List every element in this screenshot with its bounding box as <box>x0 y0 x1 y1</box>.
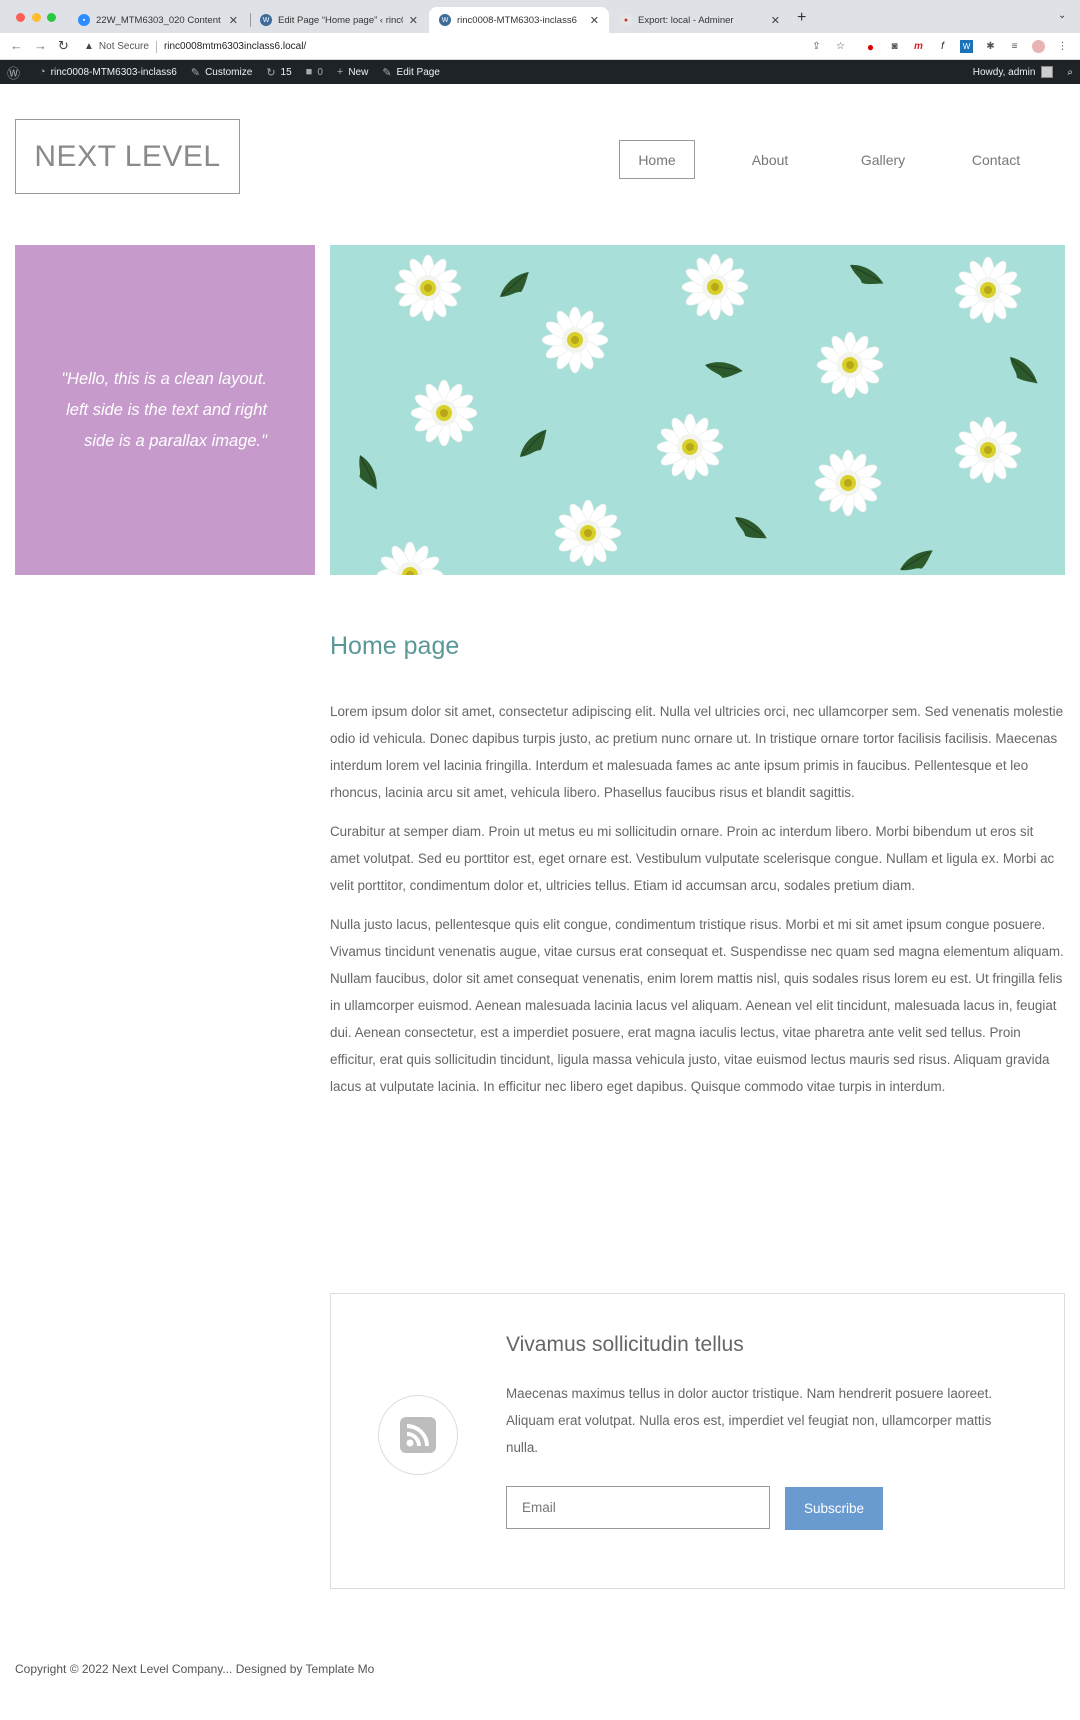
rss-icon-circle <box>378 1395 458 1475</box>
browser-tab-bar: ▪ 22W_MTM6303_020 Content ✕ W Edit Page … <box>0 0 1080 33</box>
wp-admin-bar: Ⓦ ◔ rinc0008-MTM6303-inclass6 ✎ Customiz… <box>0 60 1080 84</box>
subscribe-text: Maecenas maximus tellus in dolor auctor … <box>506 1386 993 1455</box>
subscribe-button[interactable]: Subscribe <box>785 1487 883 1530</box>
reading-list-icon[interactable]: ≡ <box>1008 40 1021 53</box>
brush-icon: ✎ <box>190 66 201 79</box>
wordpress-favicon-icon: W <box>439 14 451 26</box>
close-tab-icon[interactable]: ✕ <box>590 14 599 27</box>
warning-triangle-icon[interactable]: ▲ <box>84 41 94 52</box>
admin-bar-updates[interactable]: ↻ 15 <box>259 60 298 84</box>
page-title: Home page <box>330 632 460 660</box>
mstudio-extension-icon[interactable]: m <box>912 40 925 53</box>
puzzle-extensions-icon[interactable]: ✱ <box>984 40 997 53</box>
hero-quote-panel: "Hello, this is a clean layout. left sid… <box>15 245 315 575</box>
content-paragraph-2: Curabitur at semper diam. Proin ut metus… <box>330 824 1055 893</box>
close-tab-icon[interactable]: ✕ <box>771 14 780 27</box>
forward-arrow-icon[interactable]: → <box>34 38 47 53</box>
subscribe-box: Vivamus sollicitudin tellus Maecenas max… <box>330 1293 1065 1589</box>
admin-bar-new[interactable]: + New <box>330 60 375 84</box>
daisy-flowers-image <box>351 253 1041 575</box>
bookmark-star-icon[interactable]: ☆ <box>834 40 847 53</box>
browser-tab-2[interactable]: W Edit Page “Home page” ‹ rinc0 ✕ <box>250 7 428 33</box>
nav-gallery[interactable]: Gallery <box>843 140 923 179</box>
email-input[interactable] <box>506 1486 770 1529</box>
back-arrow-icon[interactable]: ← <box>10 38 23 53</box>
content-paragraph-3: Nulla justo lacus, pellentesque quis eli… <box>330 917 1064 1094</box>
share-icon[interactable]: ⇪ <box>810 40 823 53</box>
plus-icon: + <box>336 66 344 78</box>
browser-tab-1[interactable]: ▪ 22W_MTM6303_020 Content ✕ <box>68 7 248 33</box>
reload-icon[interactable]: ↻ <box>58 38 69 54</box>
footer-copyright: Copyright © 2022 Next Level Company... D… <box>15 1662 375 1676</box>
browser-address-bar: ← → ↻ ▲ Not Secure rinc0008mtm6303inclas… <box>0 33 1080 60</box>
maximize-window-button[interactable] <box>47 13 56 22</box>
tab-search-chevron-icon[interactable]: ⌄ <box>1058 10 1066 21</box>
updates-icon: ↻ <box>266 66 276 79</box>
close-window-button[interactable] <box>16 13 25 22</box>
kebab-menu-icon[interactable]: ⋮ <box>1056 40 1069 53</box>
wappalyzer-extension-icon[interactable]: W <box>960 40 973 53</box>
dashboard-icon: ◔ <box>39 66 46 78</box>
nav-home[interactable]: Home <box>619 140 695 179</box>
admin-bar-customize[interactable]: ✎ Customize <box>184 60 259 84</box>
camera-extension-icon[interactable]: ◙ <box>888 40 901 53</box>
hero-quote-text: "Hello, this is a clean layout. left sid… <box>61 369 267 450</box>
admin-bar-account[interactable]: Howdy, admin <box>966 60 1061 84</box>
nav-about[interactable]: About <box>730 140 810 179</box>
page-content: Lorem ipsum dolor sit amet, consectetur … <box>330 698 1065 1112</box>
content-paragraph-1: Lorem ipsum dolor sit amet, consectetur … <box>330 704 1064 800</box>
profile-avatar-icon[interactable] <box>1032 40 1045 53</box>
adminer-favicon-icon: ● <box>620 14 632 26</box>
browser-tab-4[interactable]: ● Export: local - Adminer ✕ <box>610 7 790 33</box>
avatar <box>1041 66 1054 78</box>
admin-bar-comments[interactable]: ■ 0 <box>299 60 330 84</box>
admin-bar-search-icon[interactable]: ⌕ <box>1060 60 1080 84</box>
nav-contact[interactable]: Contact <box>956 140 1036 179</box>
url-text[interactable]: rinc0008mtm6303inclass6.local/ <box>164 41 306 52</box>
zoom-favicon-icon: ▪ <box>78 14 90 26</box>
subscribe-title: Vivamus sollicitudin tellus <box>506 1333 744 1356</box>
pencil-icon: ✎ <box>382 66 392 79</box>
url-omnibox[interactable]: ▲ Not Secure rinc0008mtm6303inclass6.loc… <box>84 37 844 56</box>
close-tab-icon[interactable]: ✕ <box>229 14 238 27</box>
close-tab-icon[interactable]: ✕ <box>409 14 418 27</box>
browser-tab-3[interactable]: W rinc0008-MTM6303-inclass6 ✕ <box>429 7 609 33</box>
wordpress-logo-icon[interactable]: Ⓦ <box>0 60 32 84</box>
admin-bar-edit-page[interactable]: ✎ Edit Page <box>375 60 447 84</box>
opera-extension-icon[interactable]: ● <box>864 40 877 54</box>
rss-icon <box>400 1417 436 1453</box>
font-extension-icon[interactable]: f <box>936 40 949 53</box>
new-tab-button[interactable]: + <box>797 9 806 27</box>
admin-bar-site-name[interactable]: ◔ rinc0008-MTM6303-inclass6 <box>32 60 184 84</box>
site-logo[interactable]: NEXT LEVEL <box>15 119 240 194</box>
minimize-window-button[interactable] <box>32 13 41 22</box>
comment-bubble-icon: ■ <box>305 66 313 78</box>
hero-parallax-image <box>330 245 1065 575</box>
wordpress-favicon-icon: W <box>260 14 272 26</box>
